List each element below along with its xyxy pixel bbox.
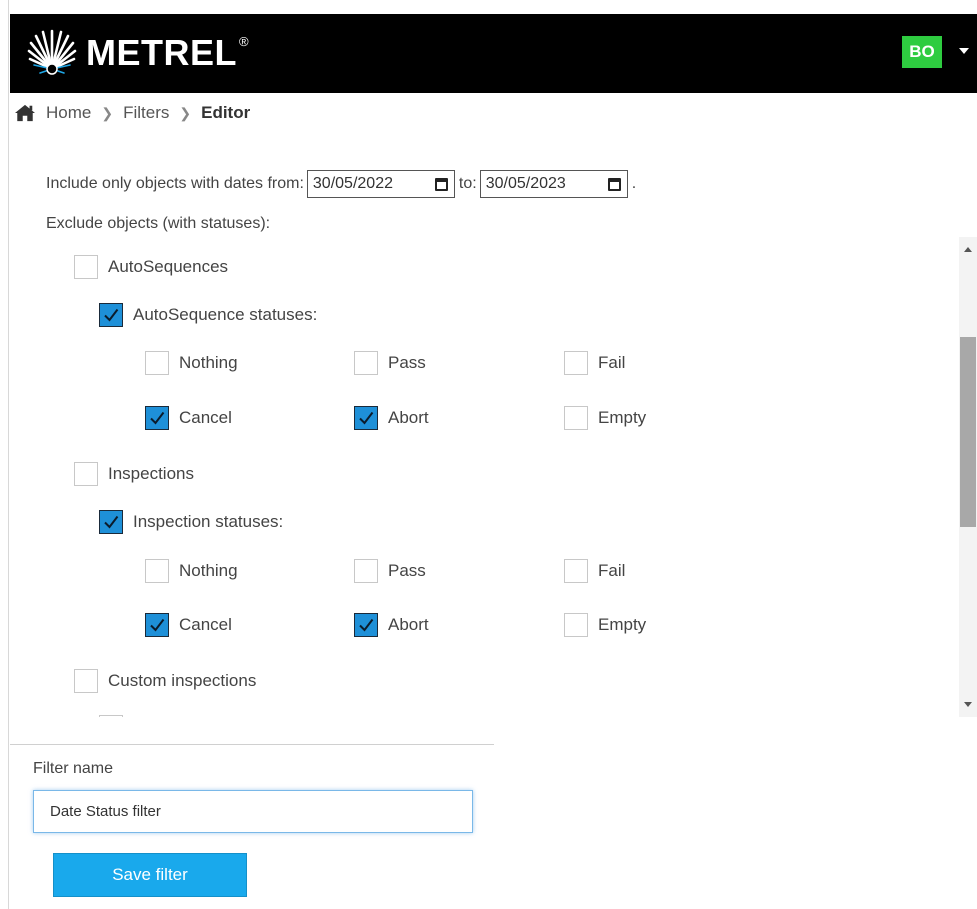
calendar-icon[interactable]: [434, 177, 448, 191]
checkmark-icon: [104, 308, 119, 322]
date-from-value: 30/05/2022: [312, 175, 393, 192]
date-from-label: Include only objects with dates from:: [46, 175, 304, 192]
checkbox-label: Abort: [388, 615, 429, 634]
checkbox[interactable]: [564, 559, 588, 583]
checkbox[interactable]: [564, 351, 588, 375]
checkbox[interactable]: [74, 255, 98, 279]
date-to-label: to:: [458, 175, 477, 192]
checkbox-label: Empty: [598, 615, 647, 634]
breadcrumb-filters[interactable]: Filters: [123, 103, 169, 123]
checkmark-icon: [150, 411, 165, 425]
metrel-burst-icon: [27, 29, 77, 75]
checkbox-label: Empty: [598, 408, 647, 427]
checkbox-checked[interactable]: [145, 406, 169, 430]
checkbox-label: Nothing: [179, 353, 238, 372]
vertical-scrollbar[interactable]: [959, 237, 977, 717]
checkbox[interactable]: [354, 351, 378, 375]
breadcrumb-home[interactable]: Home: [46, 103, 91, 123]
scroll-up-arrow-icon[interactable]: [964, 247, 972, 252]
checkbox-label: AutoSequences: [108, 257, 229, 276]
partially-visible-checkbox[interactable]: [99, 715, 133, 717]
logo-wordmark: METREL: [86, 32, 237, 73]
status-autoseq-nothing[interactable]: Nothing: [145, 351, 238, 375]
checkbox-label: Pass: [388, 353, 426, 372]
checkmark-icon: [359, 411, 374, 425]
date-from-input[interactable]: 30/05/2022: [306, 170, 455, 198]
status-autoseq-empty[interactable]: Empty: [564, 406, 646, 430]
checkbox[interactable]: [74, 462, 98, 486]
scrollbar-thumb[interactable]: [960, 337, 976, 527]
exclude-label: Exclude objects (with statuses):: [46, 215, 271, 232]
checkmark-icon: [104, 515, 119, 529]
status-autoseq-abort[interactable]: Abort: [354, 406, 429, 430]
status-autoseq-pass[interactable]: Pass: [354, 351, 426, 375]
breadcrumb-editor: Editor: [201, 103, 251, 122]
inspection-statuses-toggle[interactable]: Inspection statuses:: [99, 510, 283, 534]
checkbox-label: Inspections: [108, 464, 194, 483]
status-insp-abort[interactable]: Abort: [354, 613, 429, 637]
checkbox[interactable]: [564, 613, 588, 637]
user-avatar[interactable]: BO: [902, 36, 942, 68]
home-icon[interactable]: [14, 103, 36, 123]
user-menu-caret-icon[interactable]: [959, 48, 969, 54]
status-insp-empty[interactable]: Empty: [564, 613, 646, 637]
status-insp-cancel[interactable]: Cancel: [145, 613, 232, 637]
left-edge: [0, 0, 9, 909]
checkbox-label: Abort: [388, 408, 429, 427]
checkbox-label: Inspection statuses:: [133, 512, 284, 531]
date-suffix: .: [631, 175, 637, 192]
checkbox-checked[interactable]: [99, 303, 123, 327]
checkbox[interactable]: [145, 351, 169, 375]
group-inspections[interactable]: Inspections: [74, 462, 194, 486]
top-strip: [9, 0, 977, 14]
checkbox[interactable]: [145, 559, 169, 583]
checkbox-label: AutoSequence statuses:: [133, 305, 318, 324]
checkmark-icon: [150, 618, 165, 632]
status-autoseq-cancel[interactable]: Cancel: [145, 406, 232, 430]
date-to-value: 30/05/2023: [485, 175, 566, 192]
group-autosequences[interactable]: AutoSequences: [74, 255, 228, 279]
chevron-right-icon: ❯: [179, 104, 192, 121]
filter-name-label: Filter name: [33, 760, 114, 777]
checkbox[interactable]: [354, 559, 378, 583]
checkbox-checked[interactable]: [354, 613, 378, 637]
registered-mark: ®: [239, 33, 249, 49]
status-scroll-panel: AutoSequences AutoSequence statuses: Not…: [10, 237, 977, 717]
date-to-input[interactable]: 30/05/2023: [479, 170, 628, 198]
checkbox-label: Fail: [598, 561, 626, 580]
checkbox[interactable]: [99, 715, 123, 717]
autosequence-statuses-toggle[interactable]: AutoSequence statuses:: [99, 303, 317, 327]
filter-name-input[interactable]: [33, 790, 473, 833]
checkbox-label: Nothing: [179, 561, 238, 580]
checkbox-label: Cancel: [179, 408, 232, 427]
app-header: METREL ® BO: [10, 14, 977, 93]
scroll-down-arrow-icon[interactable]: [964, 702, 972, 707]
save-filter-button[interactable]: Save filter: [53, 853, 247, 897]
checkbox-label: Fail: [598, 353, 626, 372]
checkbox-label: Pass: [388, 561, 426, 580]
checkbox-checked[interactable]: [145, 613, 169, 637]
status-insp-fail[interactable]: Fail: [564, 559, 625, 583]
checkmark-icon: [359, 618, 374, 632]
status-insp-nothing[interactable]: Nothing: [145, 559, 238, 583]
section-divider: [10, 744, 494, 745]
checkbox-label: Cancel: [179, 615, 232, 634]
checkbox-checked[interactable]: [354, 406, 378, 430]
status-autoseq-fail[interactable]: Fail: [564, 351, 625, 375]
checkbox-label: Custom inspections: [108, 671, 257, 690]
group-custom-inspections[interactable]: Custom inspections: [74, 669, 256, 693]
checkbox[interactable]: [564, 406, 588, 430]
chevron-right-icon: ❯: [101, 104, 114, 121]
breadcrumb: Home ❯ Filters ❯ Editor: [14, 102, 250, 124]
checkbox-checked[interactable]: [99, 510, 123, 534]
checkbox[interactable]: [74, 669, 98, 693]
metrel-logo[interactable]: METREL ®: [26, 26, 249, 80]
status-insp-pass[interactable]: Pass: [354, 559, 426, 583]
calendar-icon[interactable]: [607, 177, 621, 191]
date-range-row: Include only objects with dates from: 30…: [46, 170, 636, 198]
